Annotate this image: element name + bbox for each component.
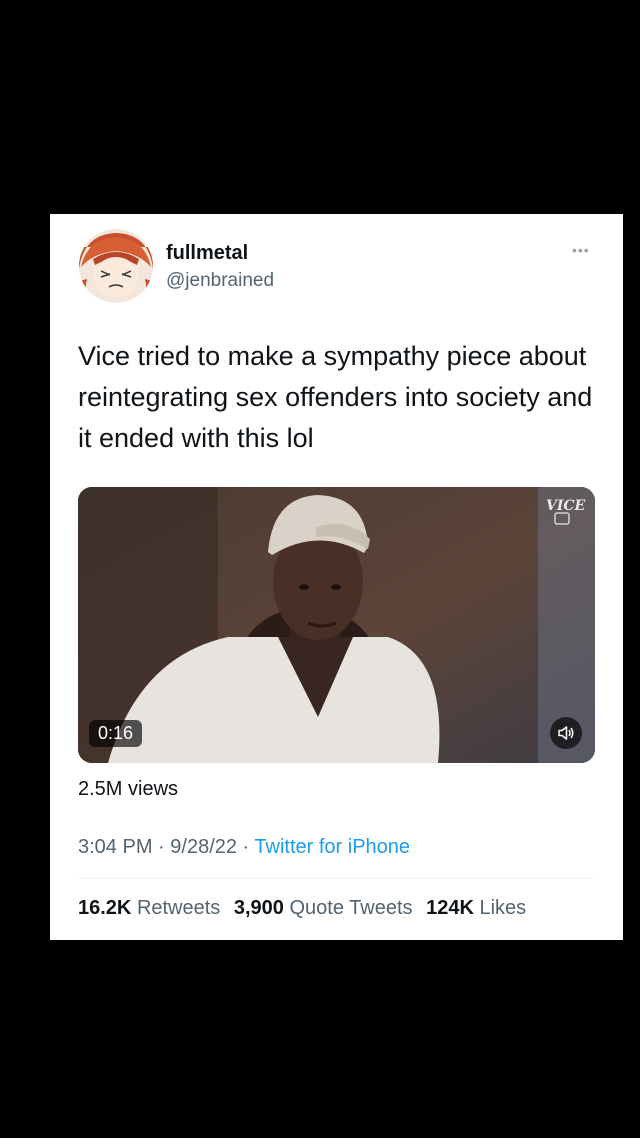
engagement-stats: 16.2K Retweets 3,900 Quote Tweets 124K L…	[78, 897, 534, 920]
retweets-stat[interactable]: 16.2K Retweets	[78, 897, 220, 919]
tweet-time[interactable]: 3:04 PM	[78, 836, 152, 858]
meta-separator: ·	[152, 836, 171, 858]
avatar[interactable]	[79, 229, 153, 303]
mute-toggle-button[interactable]	[550, 717, 582, 749]
likes-count: 124K	[426, 897, 474, 919]
meta-separator: ·	[237, 836, 255, 858]
tweet-source-link[interactable]: Twitter for iPhone	[254, 836, 410, 858]
retweets-label: Retweets	[136, 897, 221, 919]
tweet-timestamp: 3:04 PM · 9/28/22 · Twitter for iPhone	[78, 836, 410, 859]
speaker-icon	[558, 726, 574, 740]
video-thumbnail: VICE	[78, 487, 595, 763]
quotes-count: 3,900	[233, 897, 284, 919]
author-handle[interactable]: @jenbrained	[166, 270, 274, 292]
tweet-text: Vice tried to make a sympathy piece abou…	[78, 341, 593, 453]
quote-tweets-stat[interactable]: 3,900 Quote Tweets	[234, 897, 413, 919]
divider	[78, 878, 595, 879]
retweets-count: 16.2K	[78, 897, 132, 919]
tweet-date[interactable]: 9/28/22	[170, 836, 237, 858]
vice-watermark: VICE	[546, 498, 586, 514]
video-player[interactable]: VICE 0:16	[78, 487, 595, 763]
quotes-label: Quote Tweets	[289, 897, 413, 919]
video-duration-badge: 0:16	[89, 720, 143, 747]
view-count: 2.5M views	[78, 778, 179, 800]
likes-stat[interactable]: 124K Likes	[426, 897, 526, 919]
more-options-icon[interactable]: •••	[572, 242, 590, 258]
likes-label: Likes	[479, 897, 527, 919]
tweet-card: fullmetal @jenbrained ••• Vice tried to …	[50, 214, 623, 940]
author-display-name[interactable]: fullmetal	[166, 242, 248, 265]
